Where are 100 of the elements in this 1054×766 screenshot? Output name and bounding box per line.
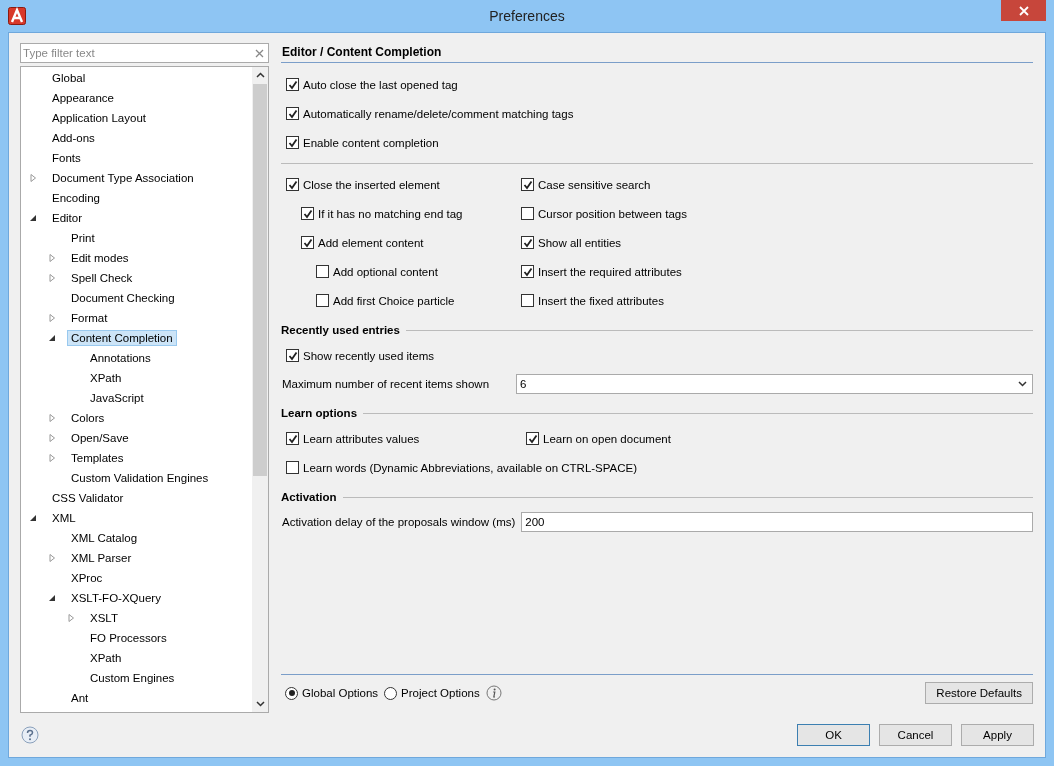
delay-input[interactable]: 200 [521, 512, 1033, 532]
scrollbar[interactable] [252, 67, 268, 712]
radio-button[interactable] [384, 686, 398, 700]
app-logo-icon [8, 7, 26, 25]
close-icon [1018, 5, 1029, 16]
tree-item[interactable]: JavaScript [86, 390, 148, 406]
tree-item[interactable]: Application Layout [48, 110, 150, 126]
section-title: Activation [281, 491, 337, 503]
checkbox-label: Add first Choice particle [333, 294, 455, 307]
checkbox[interactable] [286, 178, 299, 191]
tree-item[interactable]: XPath [86, 650, 126, 666]
expanded-triangle-icon[interactable] [48, 594, 56, 602]
tree-item[interactable]: Encoding [48, 190, 104, 206]
checkbox[interactable] [301, 236, 314, 249]
tree-item[interactable]: XPath [86, 370, 126, 386]
checkbox-label: Add optional content [333, 265, 438, 278]
tree-item[interactable]: Templates [67, 450, 128, 466]
collapsed-triangle-icon[interactable] [48, 254, 56, 262]
tree-item[interactable]: XML Catalog [67, 530, 142, 546]
help-icon[interactable] [21, 726, 39, 744]
checkbox-label: Close the inserted element [303, 178, 440, 191]
filter-field[interactable]: Type filter text [20, 43, 269, 63]
tree-item[interactable]: Add-ons [48, 130, 99, 146]
radio-button[interactable] [285, 686, 298, 700]
section-title: Learn options [281, 407, 358, 419]
tree-item[interactable]: XSLT-FO-XQuery [67, 590, 165, 606]
radio-label: Global Options [302, 687, 379, 699]
restore-defaults-button[interactable]: Restore Defaults [925, 682, 1033, 704]
checkbox[interactable] [316, 294, 329, 307]
chevron-down-icon [1018, 381, 1027, 387]
tree-item[interactable]: Fonts [48, 150, 85, 166]
checkbox-label: Auto close the last opened tag [303, 78, 458, 91]
checkbox-label: Learn attributes values [303, 432, 420, 445]
expanded-triangle-icon[interactable] [29, 214, 37, 222]
tree-item[interactable]: Appearance [48, 90, 119, 106]
checkbox-label: Cursor position between tags [538, 207, 687, 220]
tree-item[interactable]: XML Parser [67, 550, 136, 566]
scroll-up-icon[interactable] [255, 72, 265, 78]
scroll-down-icon[interactable] [255, 701, 265, 707]
checkbox-label: Insert the required attributes [538, 265, 682, 278]
recent-items-dropdown[interactable]: 6 [516, 374, 1033, 394]
tree-item[interactable]: Annotations [86, 350, 155, 366]
checkbox[interactable] [286, 136, 299, 149]
collapsed-triangle-icon[interactable] [29, 174, 37, 182]
checkbox[interactable] [286, 78, 299, 91]
checkbox[interactable] [286, 349, 299, 362]
clear-icon[interactable] [255, 49, 264, 58]
tree-item[interactable]: Spell Check [67, 270, 137, 286]
checkbox-label: Automatically rename/delete/comment matching tags [303, 107, 574, 120]
tree-item[interactable]: Edit modes [67, 250, 133, 266]
checkbox[interactable] [286, 461, 299, 474]
dialog-button[interactable]: Cancel [879, 724, 952, 746]
checkbox[interactable] [521, 178, 534, 191]
collapsed-triangle-icon[interactable] [48, 414, 56, 422]
tree-item[interactable]: Ant [67, 690, 93, 706]
tree-item[interactable]: Format [67, 310, 112, 326]
checkbox-label: Learn on open document [543, 432, 671, 445]
collapsed-triangle-icon[interactable] [48, 434, 56, 442]
checkbox[interactable] [521, 236, 534, 249]
tree-item[interactable]: Colors [67, 410, 109, 426]
collapsed-triangle-icon[interactable] [67, 614, 75, 622]
tree-item[interactable]: Custom Validation Engines [67, 470, 213, 486]
tree-item[interactable]: CSS Validator [48, 490, 128, 506]
window-title: Preferences [489, 8, 565, 24]
checkbox[interactable] [526, 432, 539, 445]
dialog-button[interactable]: Apply [961, 724, 1034, 746]
checkbox[interactable] [521, 265, 534, 278]
tree-item[interactable]: Content Completion [67, 330, 177, 346]
checkbox[interactable] [286, 432, 299, 445]
expanded-triangle-icon[interactable] [29, 514, 37, 522]
collapsed-triangle-icon[interactable] [48, 554, 56, 562]
tree-item[interactable]: XML [48, 510, 80, 526]
radio-label: Project Options [401, 687, 480, 699]
tree-item[interactable]: Global [48, 70, 90, 86]
checkbox[interactable] [521, 294, 534, 307]
checkbox-label: If it has no matching end tag [318, 207, 463, 220]
checkbox-label: Case sensitive search [538, 178, 651, 191]
collapsed-triangle-icon[interactable] [48, 274, 56, 282]
checkbox[interactable] [521, 207, 534, 220]
field-label: Activation delay of the proposals window (ms) [281, 516, 517, 528]
collapsed-triangle-icon[interactable] [48, 454, 56, 462]
tree-item[interactable]: Document Type Association [48, 170, 198, 186]
checkbox[interactable] [301, 207, 314, 220]
tree-item[interactable]: FO Processors [86, 630, 171, 646]
tree-item[interactable]: XProc [67, 570, 107, 586]
tree-item[interactable]: Document Checking [67, 290, 179, 306]
collapsed-triangle-icon[interactable] [48, 314, 56, 322]
checkbox-label: Show all entities [538, 236, 622, 249]
checkbox[interactable] [316, 265, 329, 278]
tree-item[interactable]: Open/Save [67, 430, 133, 446]
tree-item[interactable]: Custom Engines [86, 670, 179, 686]
close-button[interactable] [1001, 0, 1046, 21]
dialog-button[interactable]: OK [797, 724, 870, 746]
tree-item[interactable]: Print [67, 230, 99, 246]
info-icon[interactable] [485, 685, 502, 701]
checkbox[interactable] [286, 107, 299, 120]
tree-item[interactable]: Editor [48, 210, 87, 226]
section-title: Recently used entries [281, 324, 400, 336]
expanded-triangle-icon[interactable] [48, 334, 56, 342]
tree-item[interactable]: XSLT [86, 610, 122, 626]
